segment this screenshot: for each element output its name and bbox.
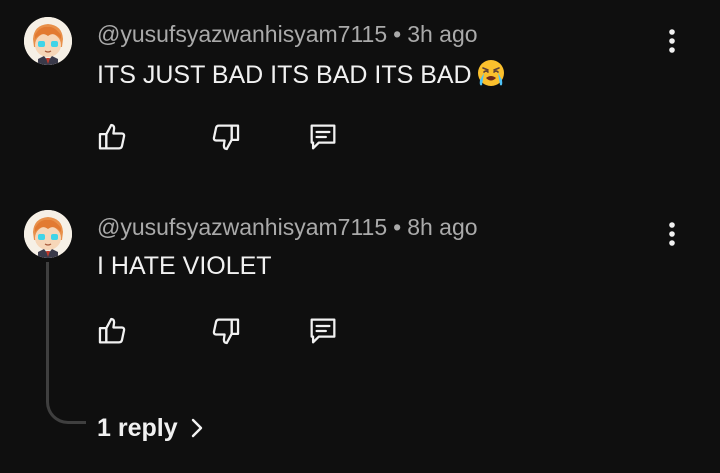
avatar[interactable] [24, 210, 72, 258]
comment-time[interactable]: 3h ago [407, 21, 477, 47]
comment-meta: @yusufsyazwanhisyam7115 • 3h ago [97, 20, 478, 48]
comment-meta: @yusufsyazwanhisyam7115 • 8h ago [97, 213, 478, 241]
more-vert-icon [669, 29, 675, 53]
view-replies-button[interactable]: 1 reply [97, 410, 204, 446]
comment-text-content: ITS JUST BAD ITS BAD ITS BAD [97, 61, 472, 89]
more-actions-button[interactable] [656, 21, 688, 61]
like-button[interactable] [92, 311, 132, 351]
comment-text-content: I HATE VIOLET [97, 252, 272, 280]
reply-thread-line [46, 262, 86, 424]
loudly-crying-face-emoji [476, 58, 506, 88]
thumbs-down-icon [212, 124, 240, 151]
comment-author[interactable]: @yusufsyazwanhisyam7115 [97, 21, 387, 47]
comment-text: ITS JUST BAD ITS BAD ITS BAD [97, 58, 506, 90]
comment-icon [310, 318, 336, 344]
thumbs-up-icon [98, 317, 126, 344]
thumbs-up-icon [98, 123, 126, 150]
comment-icon [310, 124, 336, 150]
avatar[interactable] [24, 17, 72, 65]
meta-separator: • [393, 21, 402, 47]
meta-separator: • [393, 214, 402, 240]
reply-button[interactable] [303, 311, 343, 351]
chevron-right-icon [190, 417, 204, 439]
replies-count-label: 1 reply [97, 413, 178, 442]
dislike-button[interactable] [206, 117, 246, 157]
more-vert-icon [669, 222, 675, 246]
comment-time[interactable]: 8h ago [407, 214, 477, 240]
comment-author[interactable]: @yusufsyazwanhisyam7115 [97, 214, 387, 240]
reply-button[interactable] [303, 117, 343, 157]
comment-text: I HATE VIOLET [97, 251, 272, 281]
more-actions-button[interactable] [656, 214, 688, 254]
like-button[interactable] [92, 117, 132, 157]
thumbs-down-icon [212, 318, 240, 345]
dislike-button[interactable] [206, 311, 246, 351]
